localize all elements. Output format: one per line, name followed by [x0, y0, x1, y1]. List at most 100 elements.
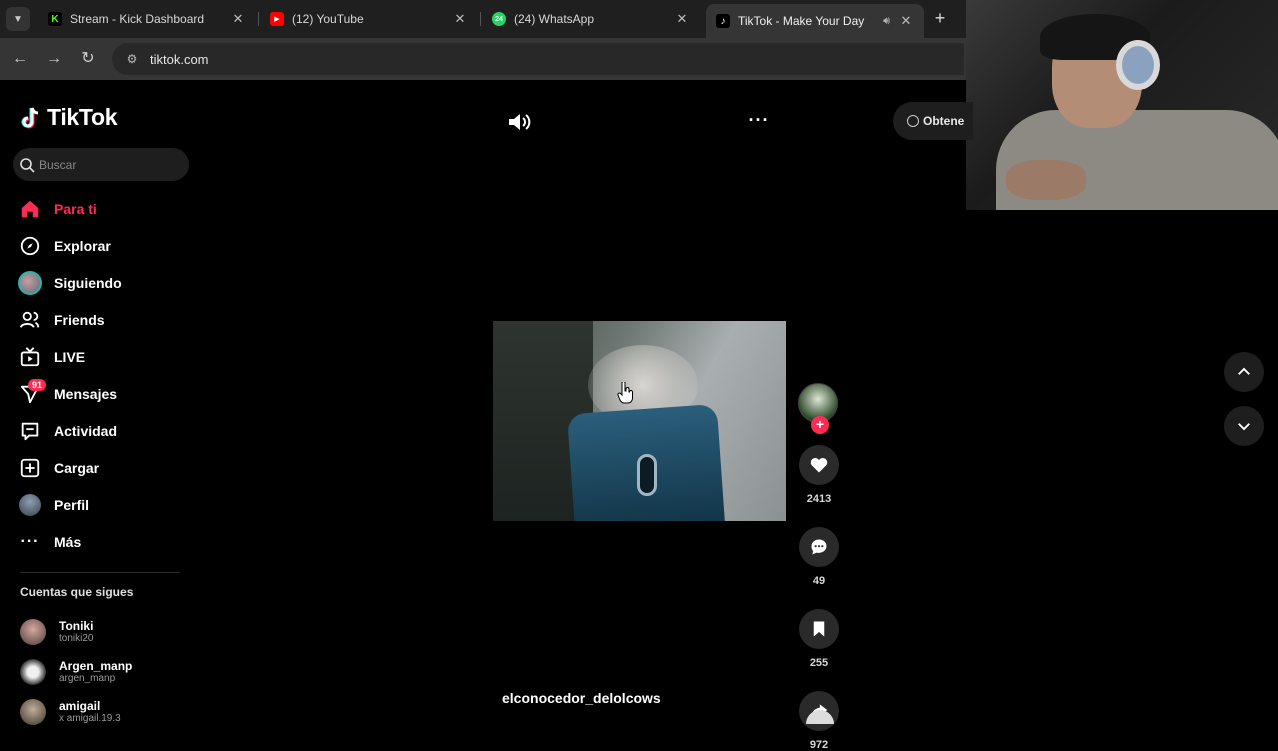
account-name: Argen_manp	[59, 659, 133, 673]
nav-item-para-ti[interactable]: Para ti	[18, 190, 188, 227]
volume-icon[interactable]	[506, 110, 532, 134]
hand-cursor-icon	[617, 382, 633, 404]
nav-label: Mensajes	[54, 385, 118, 402]
nav-item-live[interactable]: LIVE	[18, 338, 188, 375]
live-icon	[18, 345, 42, 369]
nav-label: Para ti	[54, 200, 97, 217]
tab-title: Stream - Kick Dashboard	[70, 12, 205, 26]
kick-icon: K	[48, 12, 62, 26]
search-icon	[20, 157, 35, 173]
messages-icon: 91	[18, 378, 47, 406]
youtube-icon: ▶	[270, 12, 284, 26]
nav-label: Perfil	[54, 496, 90, 513]
tab-whatsapp[interactable]: 24 (24) WhatsApp ✕	[482, 4, 700, 34]
nav-label: Cargar	[54, 459, 100, 476]
tab-title: (12) YouTube	[292, 12, 364, 26]
webcam-overlay	[966, 0, 1278, 210]
more-options-button[interactable]: ···	[746, 110, 772, 134]
following-account[interactable]: Toniki toniki20	[20, 612, 190, 652]
more-icon: ···	[20, 532, 40, 550]
video-author[interactable]: elconocedor_delolcows	[502, 690, 661, 706]
comment-count: 49	[812, 575, 826, 587]
tab-close-icon[interactable]: ✕	[452, 11, 468, 27]
next-video-button[interactable]	[1224, 406, 1264, 446]
activity-icon	[18, 419, 42, 443]
search-box[interactable]	[13, 148, 189, 181]
back-button[interactable]: ←	[10, 49, 30, 69]
comment-button[interactable]	[799, 527, 839, 567]
whatsapp-icon: 24	[492, 12, 506, 26]
tab-close-icon[interactable]: ✕	[674, 11, 690, 27]
tiktok-logo[interactable]: TikTok	[20, 104, 118, 131]
chevron-down-icon	[1238, 423, 1250, 431]
nav-item-cargar[interactable]: Cargar	[18, 449, 188, 486]
nav-label: Actividad	[54, 422, 118, 439]
like-count: 2413	[806, 493, 832, 505]
sidebar-divider	[20, 572, 180, 573]
account-name: amigail	[59, 699, 101, 713]
sidebar-nav: Para ti Explorar Siguiendo Friends LIVE	[18, 190, 188, 560]
chevron-up-icon	[1238, 367, 1250, 375]
search-input[interactable]	[39, 157, 179, 172]
tab-audio-icon[interactable]: 🔊︎	[883, 15, 890, 28]
nav-item-mas[interactable]: ··· Más	[18, 523, 188, 560]
nav-item-explorar[interactable]: Explorar	[18, 227, 188, 264]
nav-label: Explorar	[54, 237, 111, 254]
follow-plus-icon[interactable]: +	[811, 416, 829, 434]
get-app-icon	[907, 115, 919, 127]
creator-avatar[interactable]: +	[798, 383, 838, 434]
get-app-button[interactable]: Obtene	[893, 102, 973, 140]
nav-label: Siguiendo	[54, 274, 122, 291]
nav-label: Friends	[54, 311, 105, 328]
nav-label: Más	[54, 533, 82, 550]
tab-search-button[interactable]: ▼	[6, 7, 30, 31]
webcam-person-hand	[1006, 160, 1086, 200]
video-player[interactable]	[493, 321, 786, 521]
nav-item-siguiendo[interactable]: Siguiendo	[18, 264, 188, 301]
save-button[interactable]	[799, 609, 839, 649]
bookmark-icon	[813, 621, 825, 637]
save-count: 255	[809, 657, 829, 669]
tab-tiktok[interactable]: ♪ TikTok - Make Your Day 🔊︎ ✕	[706, 4, 924, 38]
browser-toolbar: ← → ↻ ⚙ tiktok.com	[0, 38, 966, 80]
following-accounts-title: Cuentas que sigues	[20, 585, 134, 599]
avatar	[20, 699, 46, 725]
address-bar[interactable]: ⚙ tiktok.com	[112, 43, 964, 75]
tiktok-app: TikTok Para ti Explorar Siguiendo	[0, 80, 973, 751]
following-account[interactable]: Argen_manp argen_manp	[20, 652, 190, 692]
account-handle: toniki20	[59, 633, 94, 644]
home-icon	[18, 197, 42, 221]
previous-video-button[interactable]	[1224, 352, 1264, 392]
account-handle: argen_manp	[59, 673, 116, 684]
like-action[interactable]: 2413	[798, 445, 840, 505]
avatar	[20, 659, 46, 685]
forward-button[interactable]: →	[44, 49, 64, 69]
nav-item-actividad[interactable]: Actividad	[18, 412, 188, 449]
like-button[interactable]	[799, 445, 839, 485]
comment-icon	[811, 539, 827, 555]
save-action[interactable]: 255	[798, 609, 840, 669]
nav-item-friends[interactable]: Friends	[18, 301, 188, 338]
reload-button[interactable]: ↻	[78, 49, 98, 69]
nav-item-mensajes[interactable]: 91 Mensajes	[18, 375, 188, 412]
nav-item-perfil[interactable]: Perfil	[18, 486, 188, 523]
tab-separator	[480, 12, 481, 26]
site-info-icon[interactable]: ⚙	[124, 51, 140, 67]
video-actions: + 2413 49 255 972	[798, 383, 840, 751]
tab-title: TikTok - Make Your Day	[738, 14, 865, 28]
following-account[interactable]: amigail x amigail.19.3	[20, 692, 190, 732]
messages-badge: 91	[28, 378, 47, 391]
tab-title: (24) WhatsApp	[514, 12, 595, 26]
url-text: tiktok.com	[150, 51, 209, 67]
browser-tab-bar: ▼ K Stream - Kick Dashboard ✕ ▶ (12) You…	[0, 0, 966, 38]
tab-youtube[interactable]: ▶ (12) YouTube ✕	[260, 4, 478, 34]
comment-action[interactable]: 49	[798, 527, 840, 587]
new-tab-button[interactable]: +	[930, 9, 950, 29]
tab-separator	[258, 12, 259, 26]
tab-close-icon[interactable]: ✕	[230, 11, 246, 27]
tab-kick[interactable]: K Stream - Kick Dashboard ✕	[38, 4, 256, 34]
following-avatar	[18, 270, 42, 295]
avatar	[20, 619, 46, 645]
profile-avatar	[18, 493, 42, 517]
tab-close-icon[interactable]: ✕	[898, 13, 914, 29]
